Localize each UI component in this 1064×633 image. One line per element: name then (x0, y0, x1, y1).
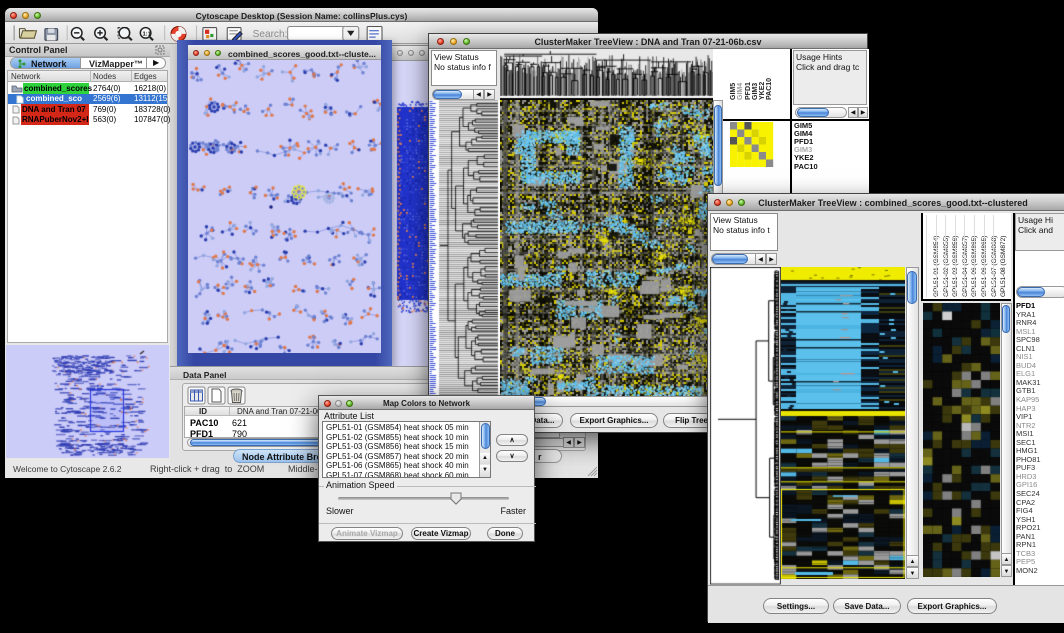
svg-text:1:1: 1:1 (142, 32, 151, 38)
svg-text:Search:: Search: (253, 29, 288, 40)
